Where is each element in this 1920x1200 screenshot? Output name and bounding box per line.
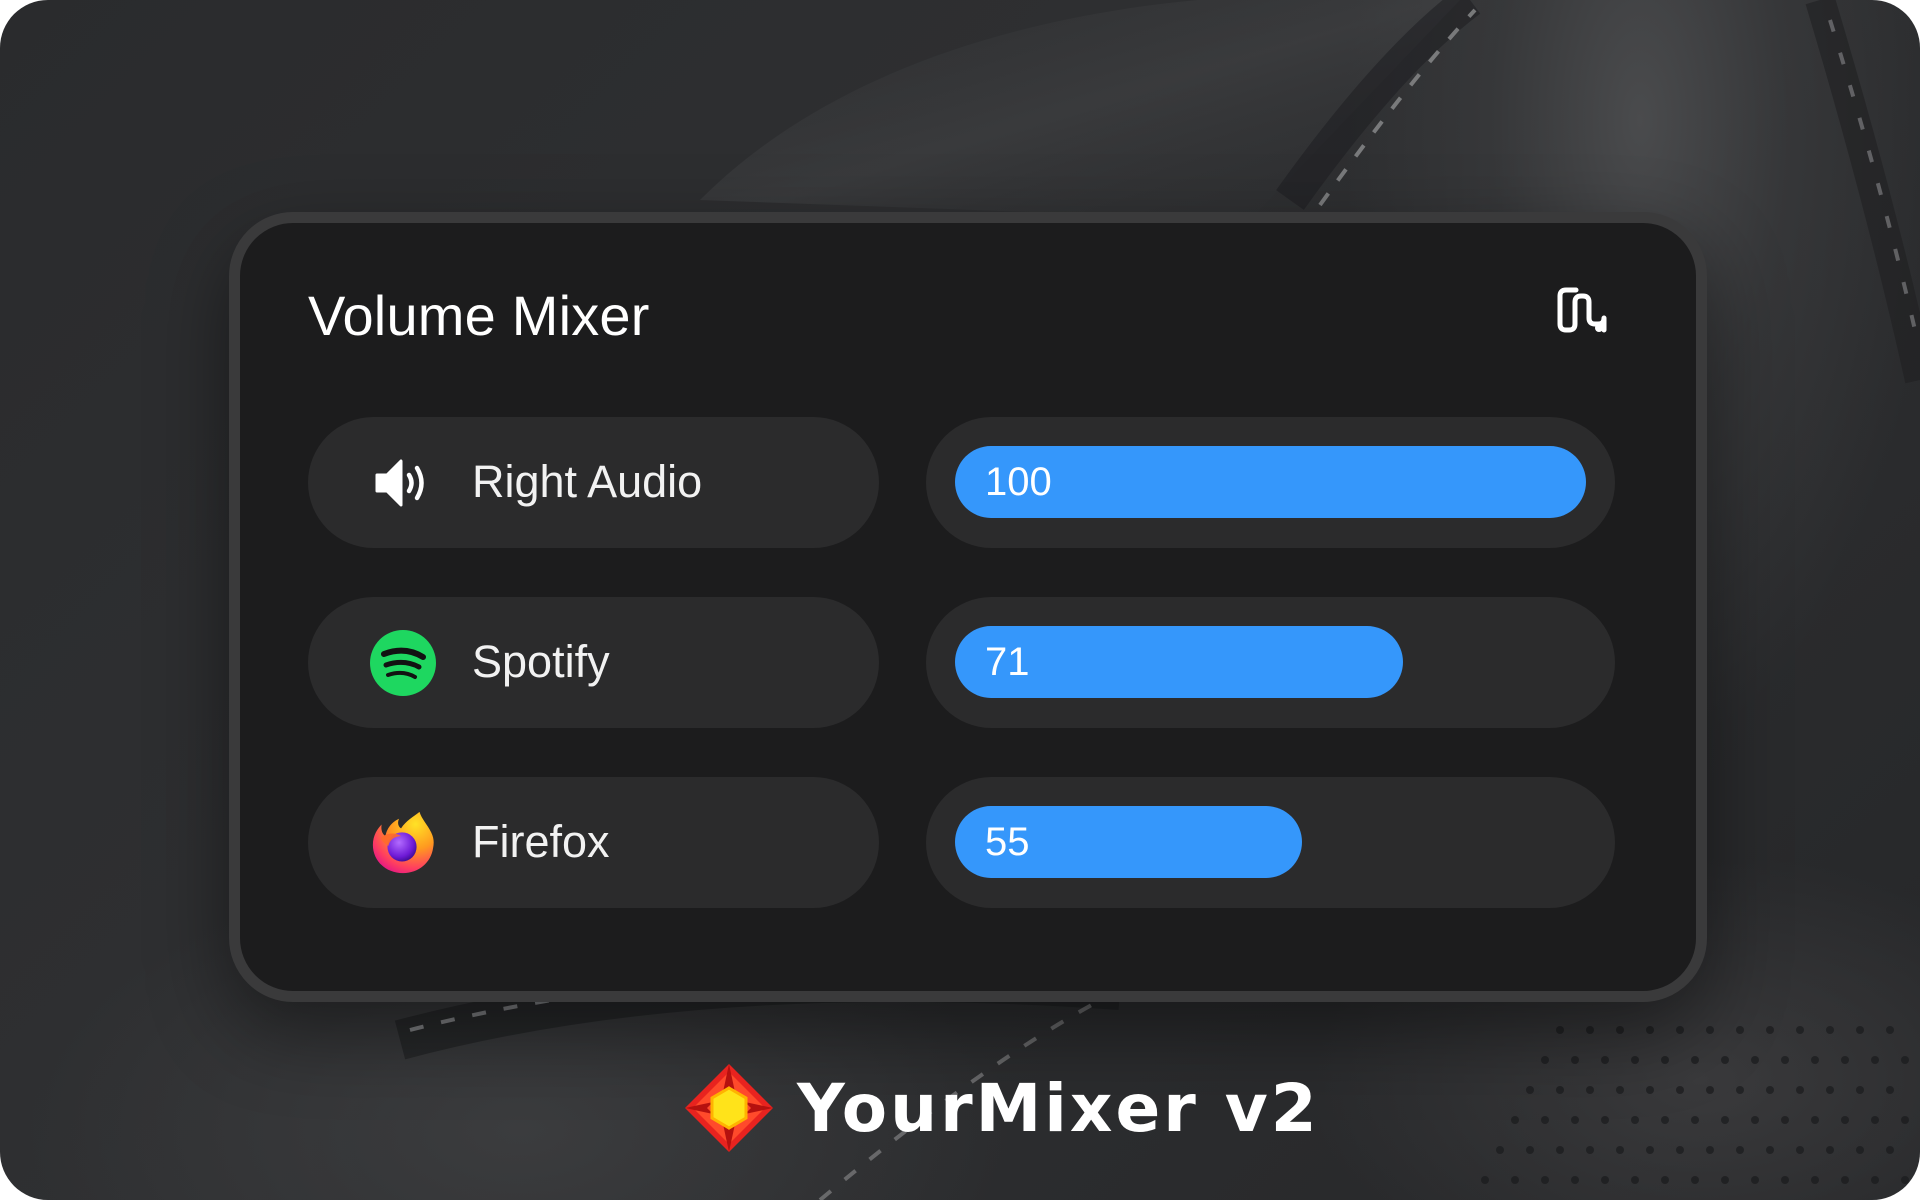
channel-app-spotify[interactable]: Spotify (308, 597, 879, 728)
channel-row-spotify: Spotify 71 (308, 597, 1615, 728)
volume-slider-spotify[interactable]: 71 (926, 597, 1615, 728)
brand-name: YourMixer v2 (797, 1069, 1320, 1147)
channel-label: Firefox (472, 816, 610, 867)
panel-title: Volume Mixer (308, 284, 650, 347)
link-chain-icon (1557, 287, 1607, 333)
volume-slider-fill[interactable]: 100 (955, 446, 1586, 518)
channel-label: Right Audio (472, 456, 703, 507)
channel-row-firefox: Firefox 55 (308, 777, 1615, 908)
desktop-background: Volume Mixer Right Audio 100 Spotify 71 … (0, 0, 1920, 1200)
volume-slider-firefox[interactable]: 55 (926, 777, 1615, 908)
volume-mixer-panel: Volume Mixer Right Audio 100 Spotify 71 … (229, 212, 1707, 1002)
channel-label: Spotify (472, 636, 610, 687)
volume-value: 100 (985, 460, 1052, 504)
volume-value: 55 (985, 820, 1030, 864)
brand-footer: YourMixer v2 (683, 1063, 1320, 1153)
channel-app-right-audio[interactable]: Right Audio (308, 417, 879, 548)
volume-value: 71 (985, 640, 1030, 684)
yourmixer-logo-icon (685, 1064, 773, 1152)
speaker-icon (369, 449, 437, 517)
volume-slider-right-audio[interactable]: 100 (926, 417, 1615, 548)
link-button[interactable] (1552, 280, 1612, 340)
spotify-icon (369, 629, 437, 697)
channel-app-firefox[interactable]: Firefox (308, 777, 879, 908)
volume-slider-fill[interactable]: 55 (955, 806, 1302, 878)
channel-row-right-audio: Right Audio 100 (308, 417, 1615, 548)
volume-slider-fill[interactable]: 71 (955, 626, 1403, 698)
firefox-icon (369, 809, 437, 877)
